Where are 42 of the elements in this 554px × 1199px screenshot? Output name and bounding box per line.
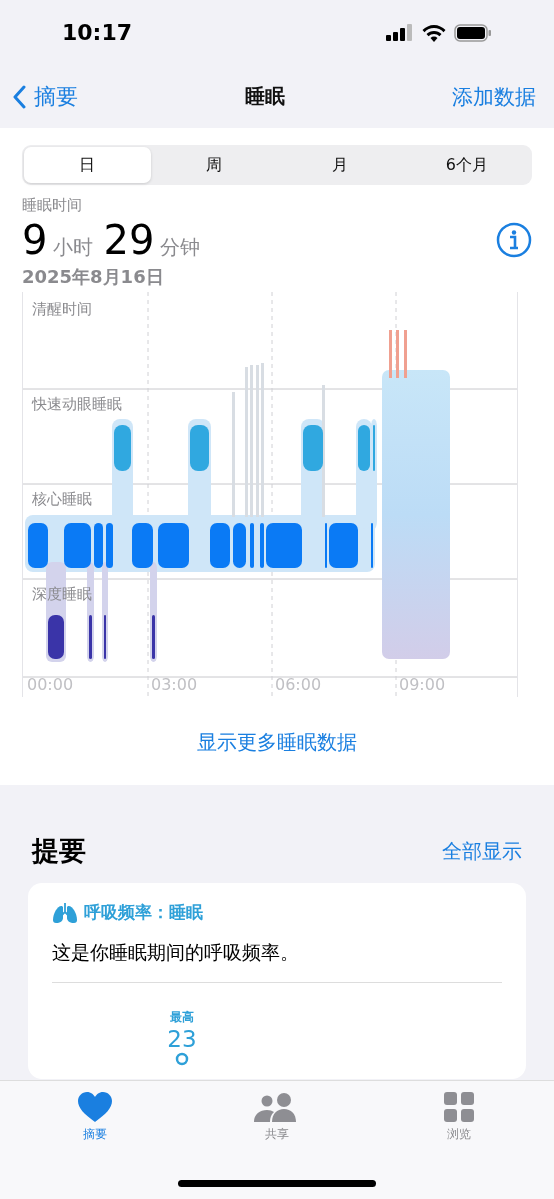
grid-icon [444,1092,474,1122]
hours-value: 9 [22,217,48,263]
tab-bar-item[interactable]: 浏览 [404,1091,514,1151]
tab-bar-item[interactable]: 共享 [222,1091,332,1151]
signal-icon [386,24,414,41]
segment-tab[interactable]: 6个月 [403,147,530,183]
time-label: 00:00 [27,675,74,694]
segment-tab[interactable]: 日 [24,147,151,183]
time-label: 06:00 [275,675,322,694]
tab-bar-item[interactable]: 摘要 [40,1091,150,1151]
stage-label: 深度睡眠 [32,585,92,604]
minutes-unit: 分钟 [160,234,201,261]
card-title: 呼吸频率：睡眠 [84,901,203,924]
more-data-link[interactable]: 显示更多睡眠数据 [22,729,532,756]
card-text: 这是你睡眠期间的呼吸频率。 [52,940,502,983]
segment-tab[interactable]: 月 [277,147,404,183]
stage-label: 清醒时间 [32,300,92,319]
stage-label: 核心睡眠 [32,490,92,509]
segment-tab[interactable]: 周 [150,147,277,183]
wifi-icon [422,23,446,42]
show-all-link[interactable]: 全部显示 [442,837,522,865]
highlight-card[interactable]: 呼吸频率：睡眠 这是你睡眠期间的呼吸频率。 最高 23 [28,883,526,1079]
add-data-link[interactable]: 添加数据 [452,82,536,111]
time-label: 09:00 [399,675,446,694]
info-icon[interactable] [496,222,532,258]
status-time: 10:17 [62,20,133,45]
battery-icon [454,23,492,42]
heart-icon [78,1092,112,1122]
back-link[interactable]: 摘要 [12,81,78,112]
section-title: 提要 [32,834,86,868]
stage-label: 快速动眼睡眠 [32,395,122,414]
minutes-value: 29 [103,217,155,263]
chevron-left-icon [12,84,26,109]
max-label: 最高 [170,1009,194,1026]
date-text: 2025年8月16日 [22,265,165,289]
time-label: 03:00 [151,675,198,694]
hours-unit: 小时 [53,234,94,261]
duration-label: 睡眠时间 [22,196,83,215]
max-value: 23 [167,1026,197,1052]
point-marker-icon [175,1052,189,1066]
nav-title: 睡眠 [245,83,285,110]
lungs-icon [52,902,78,923]
